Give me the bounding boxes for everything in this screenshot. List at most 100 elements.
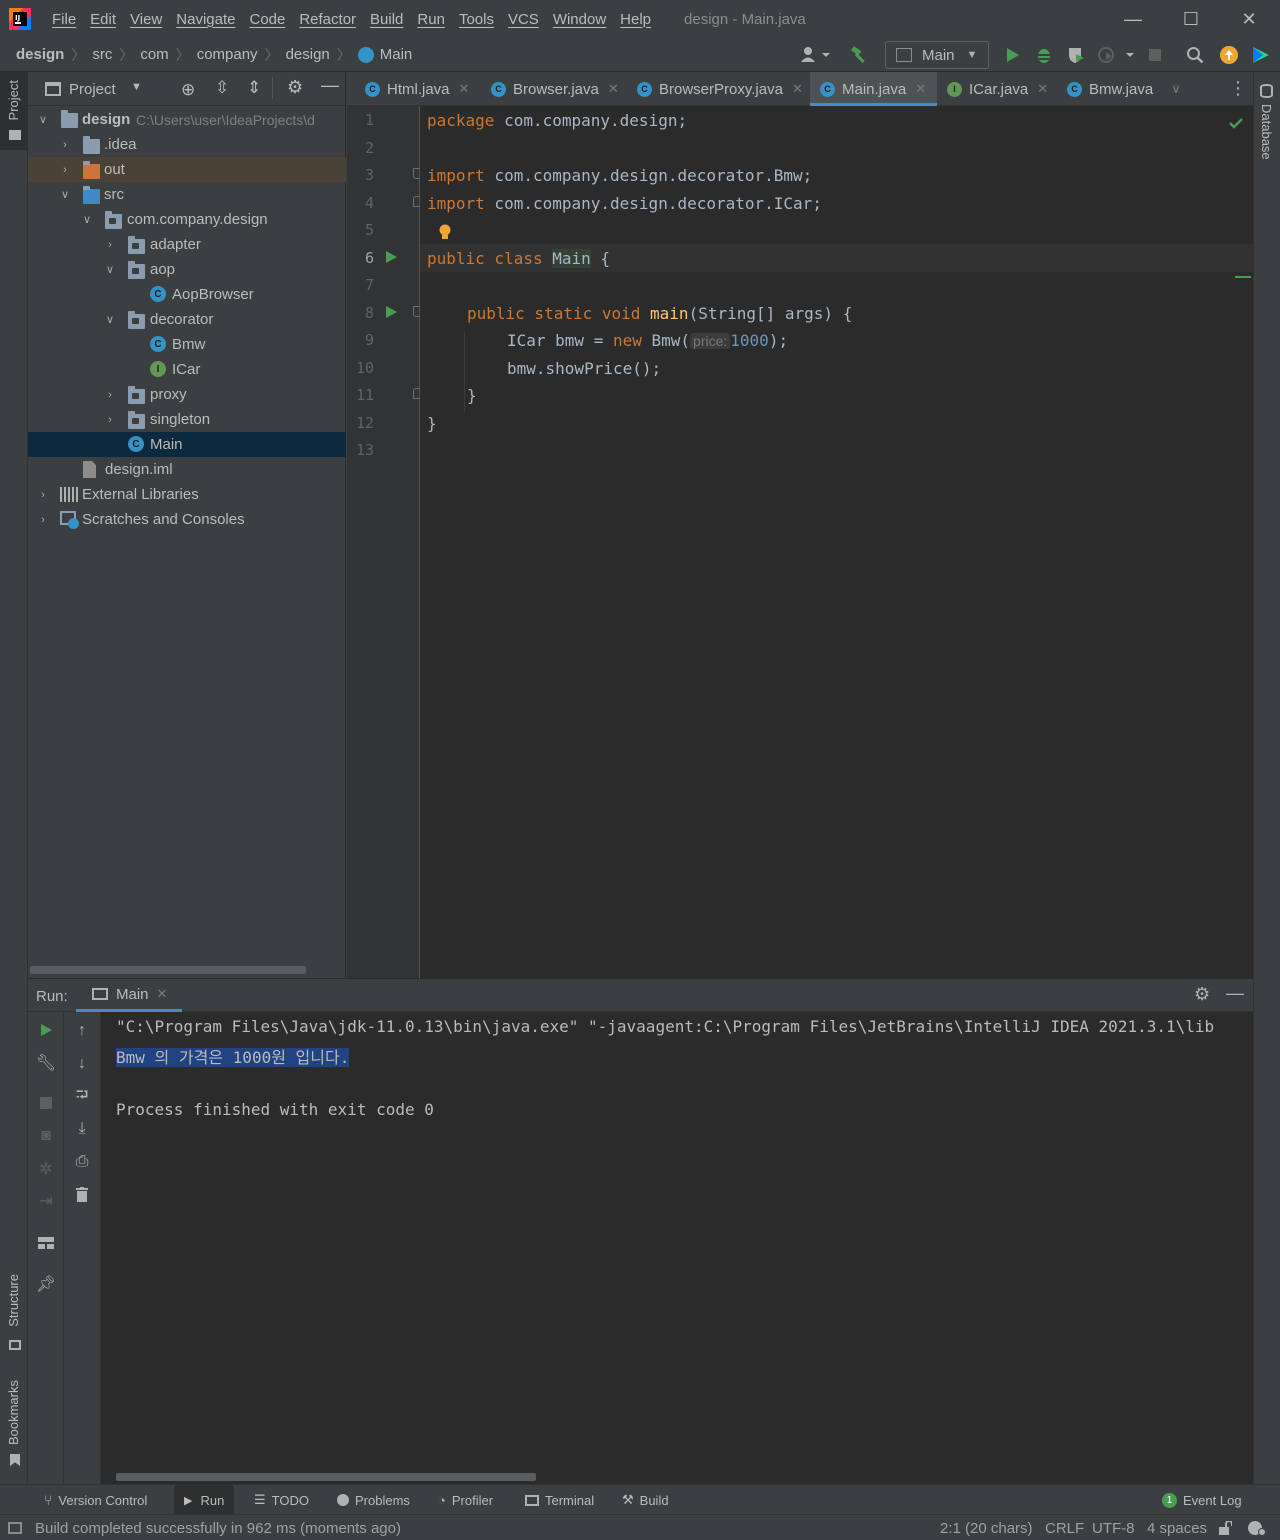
problems-button[interactable]: Problems (333, 1485, 414, 1515)
chevron-down-icon[interactable]: ∨ (81, 214, 93, 226)
bookmarks-stripe-button[interactable]: Bookmarks (0, 1374, 28, 1468)
chevron-right-icon[interactable]: › (104, 239, 116, 251)
status-panel-icon[interactable] (8, 1515, 22, 1540)
run-gutter-icon[interactable] (384, 305, 398, 319)
chevron-right-icon[interactable]: › (104, 389, 116, 401)
locate-icon[interactable]: ⊕ (181, 80, 195, 100)
inspection-icon[interactable] (1247, 1515, 1267, 1540)
horizontal-scrollbar[interactable] (30, 966, 306, 974)
tree-node-aopbrowser[interactable]: C AopBrowser (28, 282, 346, 307)
project-panel-title[interactable]: Project (69, 81, 116, 98)
terminal-button[interactable]: Terminal (521, 1485, 598, 1515)
tab-icar-java[interactable]: I ICar.java ✕ (947, 72, 1048, 106)
chevron-right-icon[interactable]: › (59, 164, 71, 176)
rerun-icon[interactable] (28, 1017, 64, 1043)
menu-file[interactable]: File (45, 11, 83, 28)
chevron-down-icon[interactable]: ∨ (104, 314, 116, 326)
chevron-right-icon[interactable]: › (37, 514, 49, 526)
tree-node-out[interactable]: › out (28, 157, 346, 182)
close-tab-icon[interactable]: ✕ (459, 81, 470, 97)
minimize-button[interactable]: — (1104, 0, 1162, 38)
tree-node-icar[interactable]: I ICar (28, 357, 346, 382)
breadcrumb-design-pkg[interactable]: design (286, 46, 330, 63)
collapse-all-icon[interactable]: ⇕ (247, 78, 261, 98)
file-encoding[interactable]: UTF-8 (1092, 1515, 1135, 1540)
toolbox-icon[interactable] (1248, 40, 1274, 70)
tree-node-external-libraries[interactable]: › External Libraries (28, 482, 346, 507)
stop-icon[interactable] (28, 1090, 64, 1116)
menu-refactor[interactable]: Refactor (292, 11, 363, 28)
tree-node-scratches[interactable]: › Scratches and Consoles (28, 507, 346, 532)
status-message[interactable]: Build completed successfully in 962 ms (… (35, 1515, 401, 1540)
tree-node-design-iml[interactable]: design.iml (28, 457, 346, 482)
profiler-button[interactable]: ◔ Profiler (434, 1485, 497, 1515)
run-tab-main[interactable]: Main ✕ (76, 979, 182, 1012)
trash-icon[interactable] (64, 1181, 100, 1207)
user-icon[interactable] (796, 40, 834, 70)
horizontal-scrollbar[interactable] (116, 1473, 536, 1481)
build-button[interactable]: ⚒ Build (618, 1485, 673, 1515)
line-separator[interactable]: CRLF (1045, 1515, 1084, 1540)
tree-node-design[interactable]: ∨ design C:\Users\user\IdeaProjects\d (28, 107, 346, 132)
breadcrumb-main[interactable]: Main (380, 46, 413, 63)
tree-node-adapter[interactable]: › adapter (28, 232, 346, 257)
unlock-icon[interactable] (1218, 1515, 1232, 1540)
tab-main-java[interactable]: C Main.java ✕ (810, 72, 937, 106)
menu-help[interactable]: Help (613, 11, 658, 28)
tree-node-com-company-design[interactable]: ∨ com.company.design (28, 207, 346, 232)
tab-browserproxy-java[interactable]: C BrowserProxy.java ✕ (637, 72, 803, 106)
tree-node-bmw[interactable]: C Bmw (28, 332, 346, 357)
hide-panel-icon[interactable]: — (321, 75, 339, 96)
chevron-down-icon[interactable]: ▼ (131, 81, 142, 93)
gear-icon[interactable]: ⚙ (1194, 984, 1210, 1005)
tree-node-main[interactable]: C Main (28, 432, 346, 457)
menu-tools[interactable]: Tools (452, 11, 501, 28)
tree-node-proxy[interactable]: › proxy (28, 382, 346, 407)
maximize-button[interactable]: ☐ (1162, 0, 1220, 38)
camera-icon[interactable]: ◙ (28, 1123, 64, 1149)
database-stripe-button[interactable]: Database (1254, 80, 1280, 180)
project-stripe-button[interactable]: Project (0, 72, 28, 150)
gear-icon[interactable]: ⚙ (287, 77, 303, 98)
print-icon[interactable]: ⎙ (64, 1149, 100, 1175)
run-tool-button[interactable]: ▶ Run (174, 1485, 235, 1515)
run-button[interactable] (999, 40, 1025, 70)
menu-navigate[interactable]: Navigate (169, 11, 242, 28)
close-tab-icon[interactable]: ✕ (608, 81, 619, 97)
tab-bmw-java[interactable]: C Bmw.java ∨ (1067, 72, 1181, 106)
chevron-right-icon[interactable]: › (59, 139, 71, 151)
pin-icon[interactable]: 📌︎ (28, 1271, 64, 1297)
menu-build[interactable]: Build (363, 11, 410, 28)
scroll-to-end-icon[interactable]: ⤓ (64, 1116, 100, 1142)
tab-html-java[interactable]: C Html.java ✕ (365, 72, 469, 106)
tree-node-singleton[interactable]: › singleton (28, 407, 346, 432)
debug-icon[interactable] (1031, 40, 1057, 70)
run-config-selector[interactable]: Main ▼ (885, 41, 989, 69)
search-icon[interactable] (1182, 40, 1208, 70)
more-tabs-icon[interactable]: ⋮ (1229, 78, 1247, 99)
todo-button[interactable]: ☰ TODO (250, 1485, 313, 1515)
hammer-icon[interactable] (846, 40, 874, 70)
menu-view[interactable]: View (123, 11, 169, 28)
event-log-button[interactable]: 1 Event Log (1158, 1485, 1246, 1515)
close-button[interactable]: ✕ (1220, 0, 1278, 38)
menu-run[interactable]: Run (410, 11, 452, 28)
down-arrow-icon[interactable]: ↓ (64, 1051, 100, 1077)
wrench-icon[interactable]: 🔧︎ (28, 1050, 64, 1076)
exit-icon[interactable]: ⇥ (28, 1188, 64, 1214)
close-tab-icon[interactable]: ✕ (157, 986, 168, 1002)
chevron-down-icon[interactable]: ∨ (59, 189, 71, 201)
menu-code[interactable]: Code (242, 11, 292, 28)
chevron-down-icon[interactable]: ∨ (1171, 81, 1181, 97)
stop-icon[interactable] (1143, 40, 1167, 70)
close-tab-icon[interactable]: ✕ (792, 81, 803, 97)
code-editor[interactable]: package com.company.design; import com.c… (420, 106, 1253, 978)
coverage-icon[interactable] (1063, 40, 1089, 70)
structure-stripe-button[interactable]: Structure (0, 1268, 28, 1358)
console-output[interactable]: "C:\Program Files\Java\jdk-11.0.13\bin\j… (101, 1012, 1253, 1484)
profile-icon[interactable] (1094, 40, 1138, 70)
menu-edit[interactable]: Edit (83, 11, 123, 28)
close-tab-icon[interactable]: ✕ (915, 81, 926, 97)
update-icon[interactable] (1216, 40, 1242, 70)
tab-browser-java[interactable]: C Browser.java ✕ (491, 72, 619, 106)
